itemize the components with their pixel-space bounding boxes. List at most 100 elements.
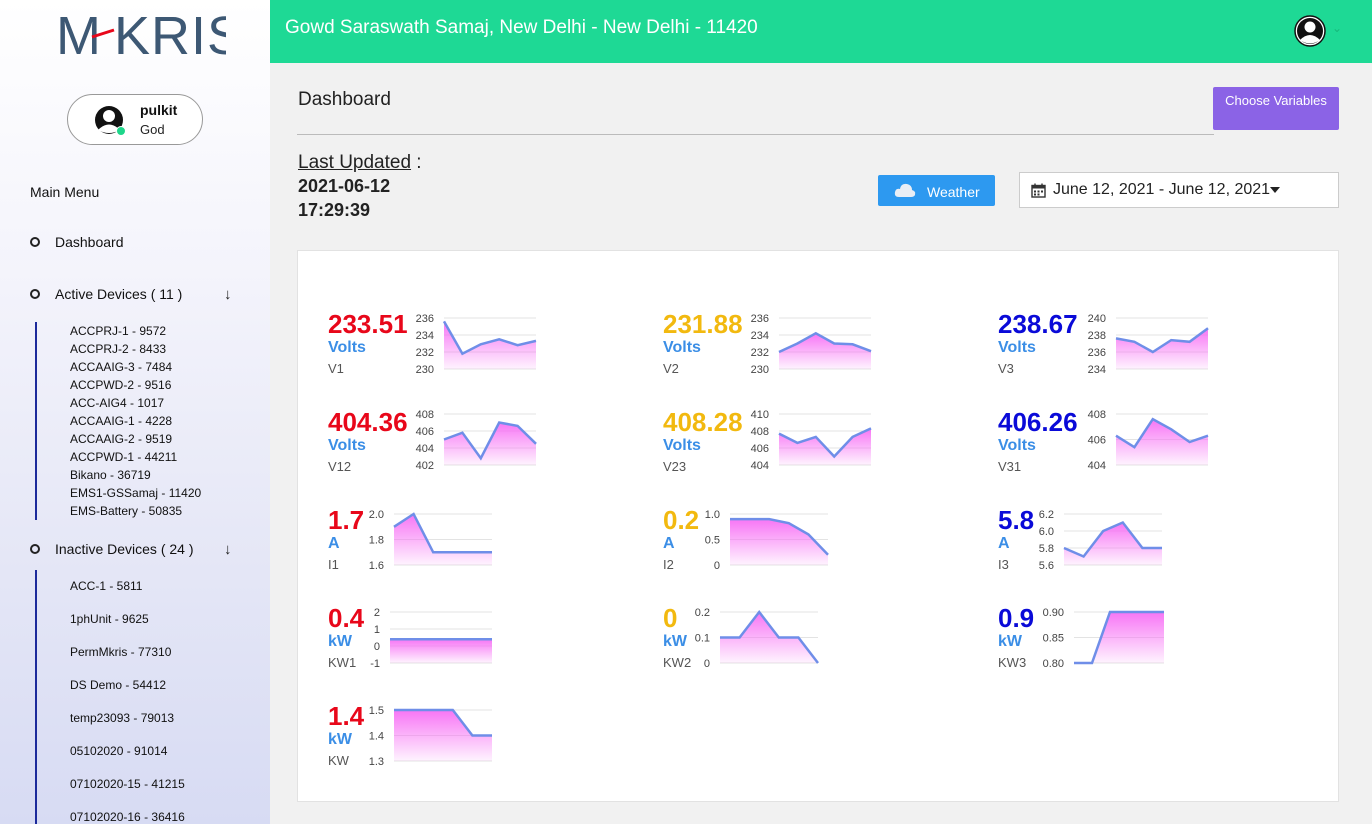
menu-item-inactive-devices[interactable]: Inactive Devices ( 24 ) ↓ [30, 541, 250, 558]
metric-unit: Volts [998, 339, 1036, 356]
metric-unit: Volts [998, 437, 1036, 454]
sparkline-chart: 1.5 1.4 1.3 [369, 705, 493, 768]
menu-item-active-devices[interactable]: Active Devices ( 11 ) ↓ [30, 286, 250, 303]
device-item[interactable]: DS Demo - 54412 [37, 669, 185, 702]
device-item[interactable]: 07102020-16 - 36416 [37, 801, 185, 824]
device-item[interactable]: temp23093 - 79013 [37, 702, 185, 735]
metric-v31: 406.26 Volts V31 408 406 404 [998, 407, 1298, 487]
tick-label: 230 [416, 364, 434, 376]
metric-v2: 231.88 Volts V2 236 234 232 230 [663, 309, 963, 389]
tick-label: 408 [751, 426, 769, 438]
sparkline-chart: 1.0 0.5 0 [705, 509, 829, 572]
mkris-logo[interactable]: M KRIS [56, 4, 226, 60]
user-role: God [140, 122, 165, 137]
device-item[interactable]: 07102020-15 - 41215 [37, 768, 185, 801]
menu-item-dashboard[interactable]: Dashboard [30, 234, 124, 250]
date-range-picker[interactable]: June 12, 2021 - June 12, 2021 [1019, 172, 1339, 208]
metric-i3: 5.8 A I3 6.2 6.0 5.8 5.6 [998, 505, 1298, 585]
metric-value: 404.36 [328, 407, 408, 437]
device-item[interactable]: Bikano - 36719 [35, 466, 201, 484]
sparkline-chart: 2.0 1.8 1.6 [369, 509, 493, 572]
metric-i1: 1.7 A I1 2.0 1.8 1.6 [328, 505, 628, 585]
online-status-dot [116, 126, 126, 136]
device-item[interactable]: ACCPWD-1 - 44211 [35, 448, 201, 466]
tick-label: 1.8 [369, 535, 384, 547]
metric-label: KW [328, 753, 349, 768]
metric-v12: 404.36 Volts V12 408 406 404 402 [328, 407, 628, 487]
sidebar: M KRIS pulkit God Main Menu Dashboard Ac… [0, 0, 270, 824]
sparkline-area [390, 639, 492, 663]
active-device-list: ACCPRJ-1 - 9572 ACCPRJ-2 - 8433 ACCAAIG-… [35, 322, 201, 520]
calendar-icon [1031, 183, 1046, 198]
top-bar: Gowd Saraswath Samaj, New Delhi - New De… [270, 0, 1372, 63]
tick-label: 2.0 [369, 509, 384, 521]
device-item[interactable]: ACCAAIG-1 - 4228 [35, 412, 201, 430]
metric-label: V31 [998, 459, 1022, 474]
tick-label: 1.3 [369, 756, 384, 768]
tick-label: 0 [374, 641, 380, 653]
tick-label: 1.0 [705, 509, 720, 521]
tick-label: 0 [714, 560, 720, 572]
tick-label: 2 [374, 607, 380, 619]
user-profile-card[interactable]: pulkit God [67, 94, 203, 145]
sparkline-chart: 2 1 0 -1 [370, 607, 493, 670]
sparkline-chart: 410 408 406 404 [751, 409, 872, 472]
sparkline-chart: 0.2 0.1 0 [695, 607, 819, 670]
metric-label: I1 [328, 557, 339, 572]
device-item[interactable]: ACCPWD-2 - 9516 [35, 376, 201, 394]
metric-unit: A [328, 535, 340, 552]
weather-button[interactable]: Weather [878, 175, 995, 206]
metric-unit: kW [998, 633, 1022, 650]
sparkline-chart: 408 406 404 402 [416, 409, 537, 472]
device-item[interactable]: ACCPRJ-2 - 8433 [35, 340, 201, 358]
device-item[interactable]: ACCAAIG-2 - 9519 [35, 430, 201, 448]
device-item[interactable]: ACC-1 - 5811 [37, 570, 185, 603]
last-updated: Last Updated : [298, 152, 422, 174]
metric-label: KW3 [998, 655, 1027, 670]
tick-label: 238 [1088, 330, 1106, 342]
tick-label: 234 [416, 330, 434, 342]
metric-value: 231.88 [663, 309, 743, 339]
tick-label: 6.0 [1039, 526, 1054, 538]
device-item[interactable]: PermMkris - 77310 [37, 636, 185, 669]
metric-label: V1 [328, 361, 344, 376]
tick-label: 0.2 [695, 607, 710, 619]
tick-label: 1.5 [369, 705, 384, 717]
sparkline-chart: 6.2 6.0 5.8 5.6 [1039, 509, 1163, 572]
device-item[interactable]: EMS1-GSSamaj - 11420 [35, 484, 201, 502]
device-item[interactable]: ACCPRJ-1 - 9572 [35, 322, 201, 340]
last-updated-time: 17:29:39 [298, 200, 371, 220]
metric-label: V12 [328, 459, 352, 474]
metric-label: V23 [663, 459, 687, 474]
metric-label: I3 [998, 557, 1009, 572]
main-menu-title: Main Menu [30, 184, 100, 200]
cloud-icon [894, 183, 916, 197]
tick-label: 406 [1088, 435, 1106, 447]
account-avatar-icon[interactable] [1294, 15, 1326, 47]
sparkline-chart: 236 234 232 230 [416, 313, 537, 376]
tick-label: 234 [1088, 364, 1106, 376]
last-updated-date: 2021-06-12 [298, 176, 391, 196]
device-item[interactable]: 1phUnit - 9625 [37, 603, 185, 636]
sparkline-area [1064, 522, 1162, 565]
tick-label: 0.85 [1043, 633, 1064, 645]
tick-label: 1.6 [369, 560, 384, 572]
choose-variables-button[interactable]: Choose Variables [1213, 87, 1339, 130]
metric-i2: 0.2 A I2 1.0 0.5 0 [663, 505, 963, 585]
device-item[interactable]: ACC-AIG4 - 1017 [35, 394, 201, 412]
device-item[interactable]: 05102020 - 91014 [37, 735, 185, 768]
date-range-text: June 12, 2021 - June 12, 2021 [1053, 181, 1271, 198]
device-item[interactable]: EMS-Battery - 50835 [35, 502, 201, 520]
menu-item-label: Active Devices ( 11 ) [55, 286, 183, 302]
tick-label: 236 [1088, 347, 1106, 359]
metric-unit: Volts [663, 437, 701, 454]
tick-label: 234 [751, 330, 769, 342]
device-item[interactable]: ACCAAIG-3 - 7484 [35, 358, 201, 376]
chevron-down-icon[interactable]: ⌄ [1332, 21, 1342, 35]
sparkline-chart: 408 406 404 [1088, 409, 1209, 472]
sparkline-area [1116, 328, 1208, 369]
arrow-down-icon[interactable]: ↓ [224, 286, 232, 303]
arrow-down-icon[interactable]: ↓ [224, 541, 232, 558]
metric-unit: Volts [663, 339, 701, 356]
tick-label: 240 [1088, 313, 1106, 325]
